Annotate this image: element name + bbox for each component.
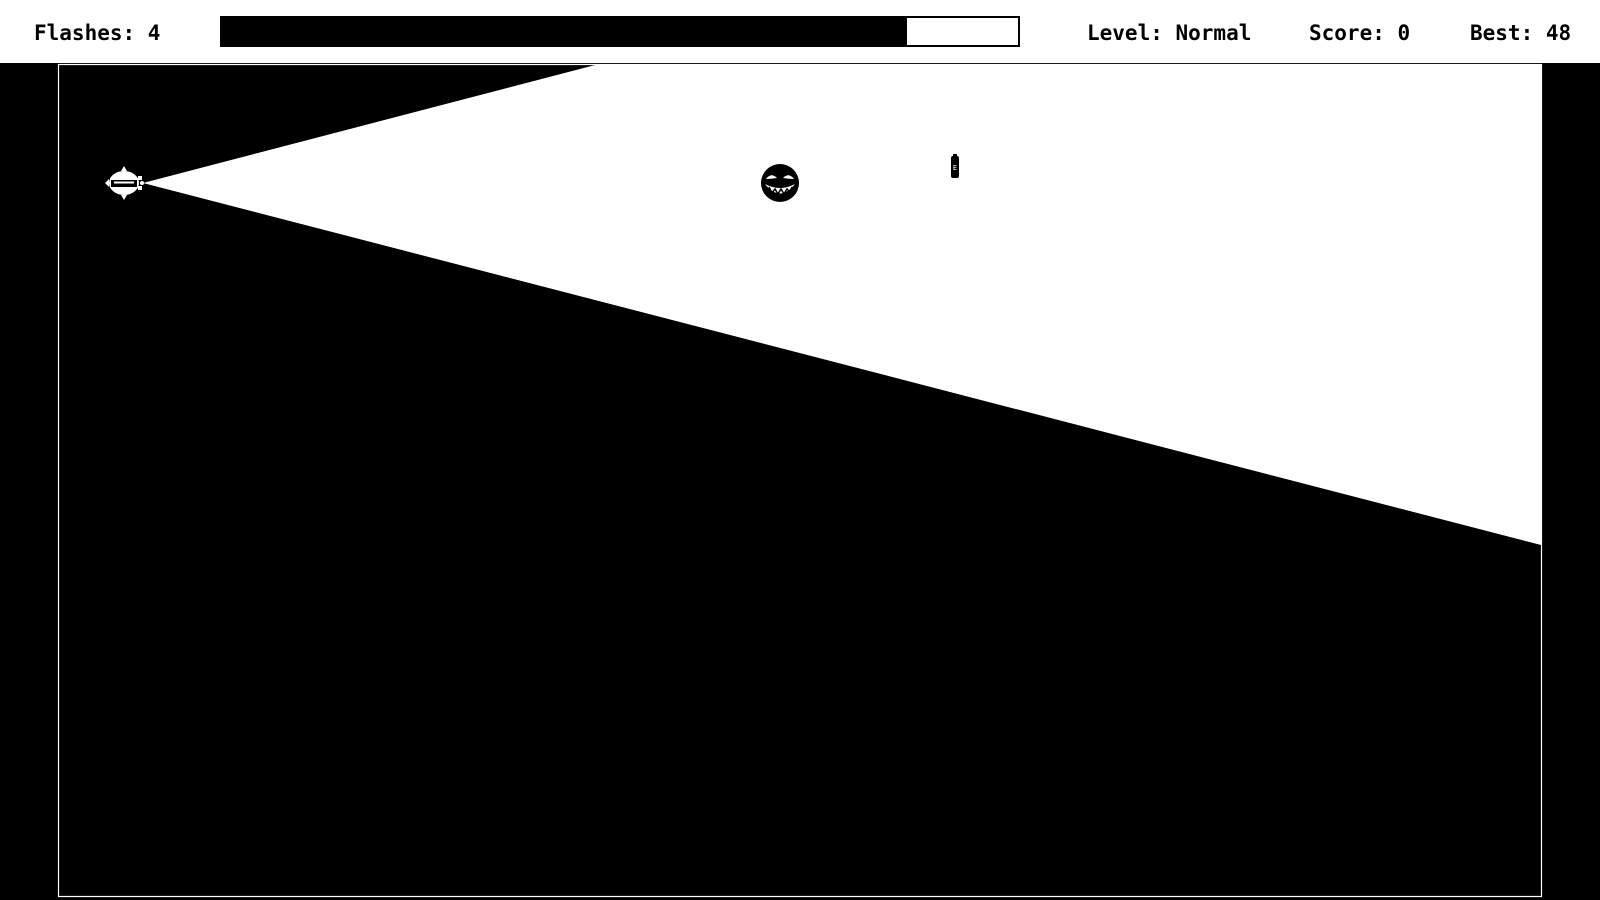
score-counter: Score: 0 bbox=[1309, 21, 1411, 45]
arena-canvas[interactable]: E bbox=[0, 63, 1600, 900]
battery-label: E bbox=[953, 164, 957, 172]
hud-bar: Flashes: 4 Level: Normal Score: 0 Best: … bbox=[0, 0, 1600, 63]
light-charge-bar bbox=[220, 16, 1020, 47]
game-arena[interactable]: E bbox=[0, 63, 1600, 900]
light-charge-fill bbox=[222, 18, 907, 45]
level-indicator: Level: Normal bbox=[1087, 21, 1252, 45]
battery-pickup: E bbox=[951, 154, 959, 178]
flashes-counter: Flashes: 4 bbox=[34, 21, 161, 45]
enemy-ghost-icon bbox=[761, 164, 799, 202]
best-score: Best: 48 bbox=[1470, 21, 1572, 45]
